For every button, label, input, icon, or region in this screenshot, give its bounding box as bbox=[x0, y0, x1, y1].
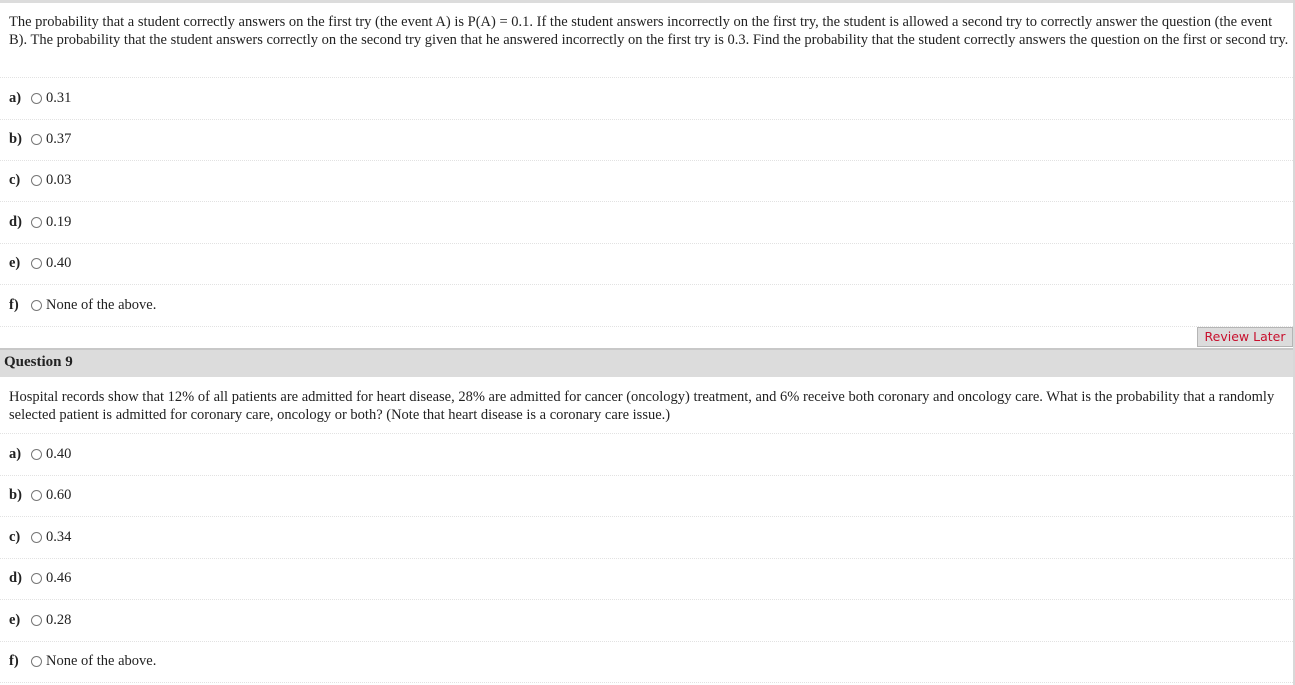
option-d[interactable]: d) 0.46 bbox=[0, 558, 1293, 600]
question-9-title: Question 9 bbox=[4, 354, 73, 370]
radio-button[interactable] bbox=[31, 300, 42, 311]
option-value: 0.40 bbox=[46, 446, 72, 462]
option-letter: a) bbox=[9, 90, 22, 106]
option-letter: d) bbox=[9, 570, 22, 586]
option-value: 0.03 bbox=[46, 172, 72, 188]
option-value: 0.60 bbox=[46, 487, 72, 503]
top-border bbox=[0, 0, 1295, 3]
option-letter: f) bbox=[9, 653, 19, 669]
option-value: 0.28 bbox=[46, 612, 72, 628]
radio-button[interactable] bbox=[31, 573, 42, 584]
question-9-text: Hospital records show that 12% of all pa… bbox=[9, 389, 1275, 423]
radio-button[interactable] bbox=[31, 217, 42, 228]
option-c[interactable]: c) 0.34 bbox=[0, 517, 1293, 559]
option-f[interactable]: f) None of the above. bbox=[0, 285, 1293, 327]
radio-button[interactable] bbox=[31, 615, 42, 626]
option-letter: d) bbox=[9, 214, 22, 230]
radio-button[interactable] bbox=[31, 258, 42, 269]
option-a[interactable]: a) 0.40 bbox=[0, 434, 1293, 476]
option-a[interactable]: a) 0.31 bbox=[0, 78, 1293, 120]
review-later-button[interactable]: Review Later bbox=[1197, 327, 1293, 347]
option-letter: a) bbox=[9, 446, 22, 462]
option-letter: c) bbox=[9, 172, 21, 188]
radio-button[interactable] bbox=[31, 134, 42, 145]
option-value: 0.19 bbox=[46, 214, 72, 230]
radio-button[interactable] bbox=[31, 656, 42, 667]
option-value: 0.46 bbox=[46, 570, 72, 586]
option-b[interactable]: b) 0.60 bbox=[0, 475, 1293, 517]
option-letter: b) bbox=[9, 131, 22, 147]
option-value: None of the above. bbox=[46, 653, 157, 669]
radio-button[interactable] bbox=[31, 93, 42, 104]
option-value: 0.31 bbox=[46, 90, 72, 106]
option-value: None of the above. bbox=[46, 297, 157, 313]
option-e[interactable]: e) 0.40 bbox=[0, 243, 1293, 285]
option-value: 0.34 bbox=[46, 529, 72, 545]
option-value: 0.40 bbox=[46, 255, 72, 271]
question-8-text: The probability that a student correctly… bbox=[9, 14, 1289, 48]
option-e[interactable]: e) 0.28 bbox=[0, 600, 1293, 642]
question-9-header: Question 9 bbox=[0, 348, 1293, 377]
option-f[interactable]: f) None of the above. bbox=[0, 641, 1293, 683]
radio-button[interactable] bbox=[31, 175, 42, 186]
option-value: 0.37 bbox=[46, 131, 72, 147]
option-letter: f) bbox=[9, 297, 19, 313]
radio-button[interactable] bbox=[31, 532, 42, 543]
option-letter: e) bbox=[9, 612, 21, 628]
option-d[interactable]: d) 0.19 bbox=[0, 202, 1293, 244]
option-c[interactable]: c) 0.03 bbox=[0, 160, 1293, 202]
option-letter: c) bbox=[9, 529, 21, 545]
option-letter: b) bbox=[9, 487, 22, 503]
radio-button[interactable] bbox=[31, 449, 42, 460]
option-letter: e) bbox=[9, 255, 21, 271]
option-b[interactable]: b) 0.37 bbox=[0, 119, 1293, 161]
radio-button[interactable] bbox=[31, 490, 42, 501]
